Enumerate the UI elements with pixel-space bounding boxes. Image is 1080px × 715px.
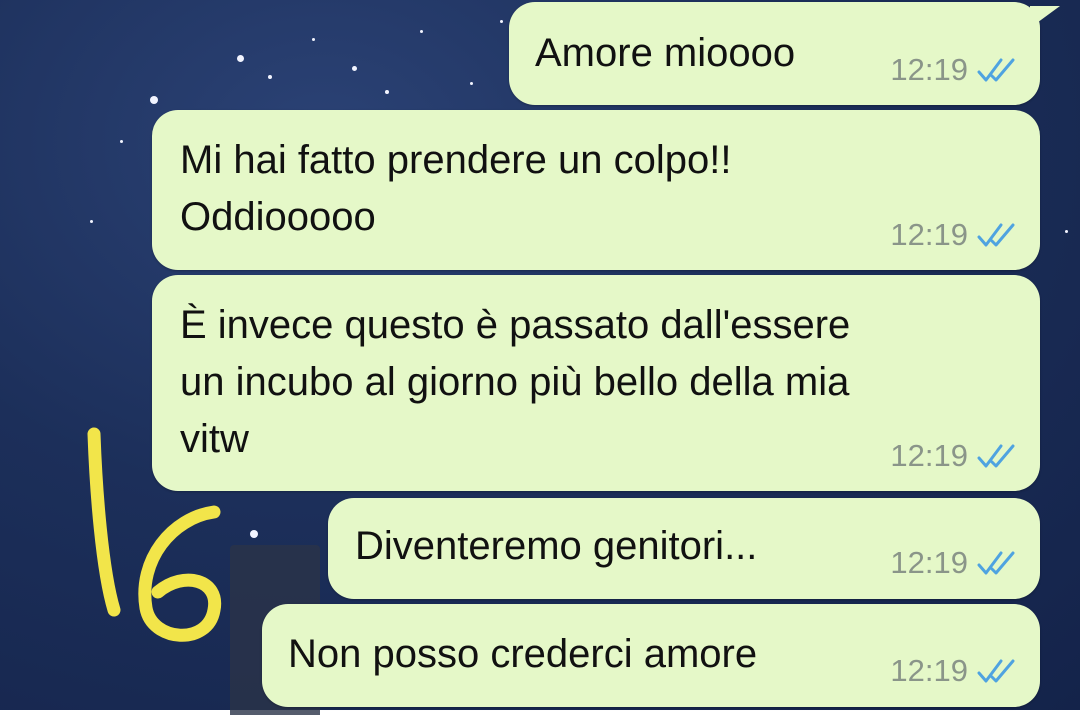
message-meta: 12:19 xyxy=(890,217,1020,253)
message-meta: 12:19 xyxy=(890,545,1020,581)
message-meta: 12:19 xyxy=(890,438,1020,474)
message-time: 12:19 xyxy=(890,52,968,87)
message-text: Amore mioooo xyxy=(535,31,796,75)
message-time: 12:19 xyxy=(890,438,968,473)
message-time: 12:19 xyxy=(890,653,968,688)
message-time: 12:19 xyxy=(890,545,968,580)
bubble-tail xyxy=(1030,6,1060,28)
message-bubble[interactable]: Diventeremo genitori... 12:19 xyxy=(328,498,1040,599)
message-bubble[interactable]: Amore mioooo 12:19 xyxy=(509,2,1040,105)
message-bubble[interactable]: Mi hai fatto prendere un colpo!! Oddiooo… xyxy=(152,110,1040,270)
message-text: Non posso crederci amore xyxy=(288,632,758,676)
read-double-check-icon xyxy=(977,659,1015,683)
read-double-check-icon xyxy=(977,58,1015,82)
message-bubble[interactable]: Non posso crederci amore 12:19 xyxy=(262,604,1040,707)
message-text: È invece questo è passato dall'essere un… xyxy=(180,303,851,461)
read-double-check-icon xyxy=(977,444,1015,468)
message-meta: 12:19 xyxy=(890,653,1020,689)
message-bubble[interactable]: È invece questo è passato dall'essere un… xyxy=(152,275,1040,491)
message-text: Mi hai fatto prendere un colpo!! Oddiooo… xyxy=(180,138,732,239)
message-text: Diventeremo genitori... xyxy=(355,524,758,568)
message-time: 12:19 xyxy=(890,217,968,252)
message-meta: 12:19 xyxy=(890,52,1020,88)
read-double-check-icon xyxy=(977,551,1015,575)
read-double-check-icon xyxy=(977,223,1015,247)
